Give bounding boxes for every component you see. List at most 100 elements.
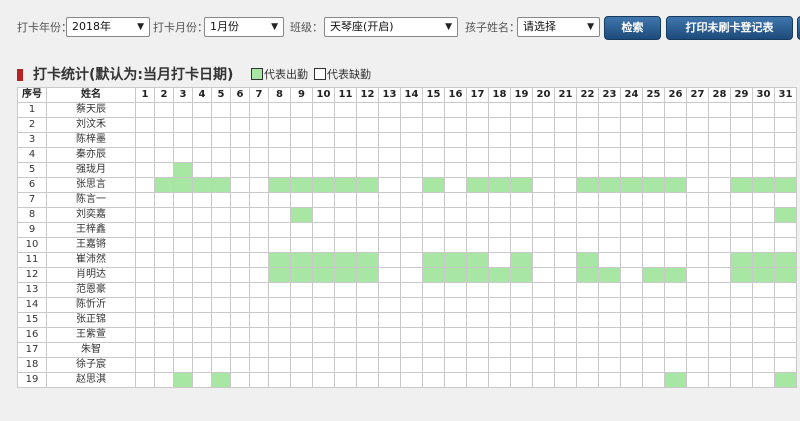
attendance-cell-absent <box>708 147 731 163</box>
attendance-cell-absent <box>664 282 687 298</box>
attendance-cell-absent <box>312 192 335 208</box>
attendance-cell-absent <box>620 192 643 208</box>
attendance-cell-absent <box>334 297 357 313</box>
attendance-cell-present <box>664 177 687 193</box>
attendance-cell-absent <box>774 282 797 298</box>
day-header: 17 <box>466 87 489 103</box>
attendance-cell-absent <box>192 222 212 238</box>
attendance-cell-present <box>598 177 621 193</box>
attendance-cell-absent <box>290 282 313 298</box>
attendance-cell-absent <box>532 222 555 238</box>
attendance-cell-absent <box>290 102 313 118</box>
attendance-cell-absent <box>230 222 250 238</box>
student-name: 范恩豪 <box>46 282 136 298</box>
attendance-cell-absent <box>334 132 357 148</box>
attendance-cell-absent <box>532 357 555 373</box>
attendance-cell-absent <box>620 147 643 163</box>
attendance-cell-absent <box>400 252 423 268</box>
chevron-down-icon: ▼ <box>271 22 278 32</box>
attendance-cell-absent <box>444 282 467 298</box>
attendance-cell-absent <box>192 192 212 208</box>
month-select[interactable]: 1月份 ▼ <box>204 17 284 37</box>
attendance-cell-absent <box>686 342 709 358</box>
attendance-cell-present <box>774 252 797 268</box>
attendance-cell-present <box>173 372 193 388</box>
attendance-cell-absent <box>135 117 155 133</box>
attendance-cell-absent <box>642 357 665 373</box>
attendance-cell-absent <box>774 222 797 238</box>
attendance-cell-absent <box>173 282 193 298</box>
attendance-cell-absent <box>708 342 731 358</box>
attendance-cell-absent <box>642 222 665 238</box>
attendance-cell-absent <box>576 327 599 343</box>
attendance-cell-absent <box>774 327 797 343</box>
attendance-cell-absent <box>356 222 379 238</box>
search-button[interactable]: 检索 <box>604 16 661 40</box>
attendance-cell-absent <box>774 297 797 313</box>
attendance-cell-absent <box>211 147 231 163</box>
attendance-cell-absent <box>620 222 643 238</box>
day-header: 3 <box>173 87 193 103</box>
attendance-cell-absent <box>708 267 731 283</box>
student-name: 强珑月 <box>46 162 136 178</box>
attendance-cell-present <box>356 177 379 193</box>
row-number: 8 <box>17 207 47 223</box>
attendance-cell-present <box>444 252 467 268</box>
attendance-cell-absent <box>752 132 775 148</box>
attendance-cell-absent <box>510 327 533 343</box>
attendance-cell-absent <box>554 192 577 208</box>
attendance-cell-absent <box>488 357 511 373</box>
attendance-cell-absent <box>488 147 511 163</box>
attendance-cell-absent <box>400 372 423 388</box>
attendance-cell-absent <box>192 117 212 133</box>
attendance-cell-absent <box>752 162 775 178</box>
attendance-cell-absent <box>598 132 621 148</box>
attendance-cell-absent <box>554 117 577 133</box>
row-number: 1 <box>17 102 47 118</box>
child-select[interactable]: 请选择 ▼ <box>517 17 600 37</box>
chevron-down-icon: ▼ <box>137 22 144 32</box>
attendance-cell-absent <box>576 357 599 373</box>
attendance-cell-absent <box>730 312 753 328</box>
year-select[interactable]: 2018年 ▼ <box>66 17 150 37</box>
attendance-cell-absent <box>686 327 709 343</box>
attendance-cell-absent <box>774 357 797 373</box>
attendance-cell-absent <box>598 357 621 373</box>
table-row: 13 范恩豪 <box>17 282 797 298</box>
day-header: 29 <box>730 87 753 103</box>
attendance-cell-absent <box>576 147 599 163</box>
day-header: 24 <box>620 87 643 103</box>
attendance-cell-absent <box>532 162 555 178</box>
attendance-cell-present <box>444 267 467 283</box>
attendance-cell-absent <box>268 192 291 208</box>
attendance-cell-absent <box>230 192 250 208</box>
attendance-cell-absent <box>444 147 467 163</box>
attendance-cell-absent <box>334 192 357 208</box>
attendance-cell-absent <box>686 252 709 268</box>
attendance-cell-present <box>466 177 489 193</box>
attendance-cell-absent <box>510 192 533 208</box>
month-select-value: 1月份 <box>210 20 239 33</box>
attendance-cell-absent <box>268 117 291 133</box>
attendance-cell-absent <box>774 147 797 163</box>
class-select[interactable]: 天琴座(开启) ▼ <box>324 17 458 37</box>
attendance-cell-absent <box>312 117 335 133</box>
absent-legend-swatch <box>314 68 326 80</box>
attendance-cell-absent <box>211 132 231 148</box>
attendance-cell-present <box>576 267 599 283</box>
attendance-cell-absent <box>620 267 643 283</box>
attendance-cell-present <box>642 267 665 283</box>
attendance-cell-absent <box>154 342 174 358</box>
attendance-cell-absent <box>686 177 709 193</box>
day-header: 19 <box>510 87 533 103</box>
attendance-cell-absent <box>752 327 775 343</box>
attendance-cell-absent <box>620 372 643 388</box>
attendance-cell-absent <box>268 102 291 118</box>
attendance-cell-absent <box>466 327 489 343</box>
attendance-cell-absent <box>290 162 313 178</box>
attendance-cell-absent <box>576 192 599 208</box>
print-button[interactable]: 打印未刷卡登记表 <box>666 16 793 40</box>
attendance-cell-absent <box>400 102 423 118</box>
attendance-cell-absent <box>510 162 533 178</box>
attendance-cell-absent <box>154 312 174 328</box>
